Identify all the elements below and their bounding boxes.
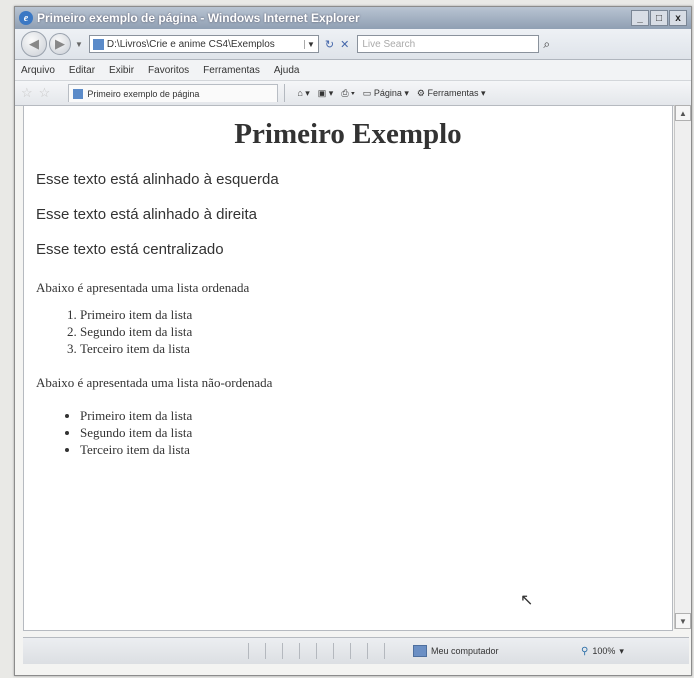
zoom-control[interactable]: ⚲ 100% ▾: [581, 646, 624, 657]
page-content: Primeiro Exemplo Esse texto está alinhad…: [23, 105, 673, 631]
menu-bar: Arquivo Editar Exibir Favoritos Ferramen…: [15, 60, 691, 81]
status-bar: Meu computador ⚲ 100% ▾: [23, 637, 689, 664]
internet-explorer-icon: e: [19, 11, 33, 25]
search-icon[interactable]: ⌕: [543, 37, 550, 52]
zoom-icon: ⚲: [581, 645, 589, 657]
toolbar-divider: [284, 84, 286, 102]
zoom-dropdown-icon[interactable]: ▾: [619, 646, 624, 657]
window-title: Primeiro exemplo de página - Windows Int…: [37, 11, 360, 25]
list-item: Terceiro item da lista: [80, 340, 672, 357]
list-item: Terceiro item da lista: [80, 441, 672, 458]
zone-label: Meu computador: [431, 646, 499, 656]
menu-ferramentas[interactable]: Ferramentas: [203, 65, 260, 76]
feeds-icon[interactable]: ▣ ▾: [318, 88, 334, 99]
history-dropdown-icon[interactable]: ▼: [75, 40, 83, 49]
tab-current[interactable]: Primeiro exemplo de página: [68, 84, 279, 102]
maximize-button[interactable]: □: [650, 10, 668, 26]
window-controls: _ □ x: [631, 10, 687, 26]
tools-menu-label: Ferramentas: [427, 87, 479, 98]
page-icon: [92, 38, 104, 50]
title-bar: e Primeiro exemplo de página - Windows I…: [15, 7, 691, 29]
tab-bar: ☆ ☆ Primeiro exemplo de página ⌂ ▾ ▣ ▾ ⎙…: [15, 81, 691, 106]
url-field[interactable]: D:\Livros\Crie e anime CS4\Exemplos ▼: [88, 35, 319, 53]
menu-editar[interactable]: Editar: [69, 65, 95, 76]
favorites-star-icon[interactable]: ☆: [21, 85, 33, 101]
security-zone: Meu computador: [413, 645, 573, 657]
list-item: Primeiro item da lista: [80, 407, 672, 424]
unordered-list-intro: Abaixo é apresentada uma lista não-orden…: [36, 375, 273, 390]
tab-label: Primeiro exemplo de página: [87, 88, 200, 99]
forward-button[interactable]: ▶: [49, 33, 71, 55]
mouse-cursor-icon: ↖: [520, 592, 534, 609]
list-item: Segundo item da lista: [80, 323, 672, 340]
back-button[interactable]: ◀: [21, 31, 47, 57]
print-icon[interactable]: ⎙ ▾: [341, 88, 354, 99]
stop-icon[interactable]: ✕: [340, 38, 349, 51]
page-menu[interactable]: ▭ Página ▾: [363, 88, 409, 99]
menu-exibir[interactable]: Exibir: [109, 65, 134, 76]
paragraph-center: Esse texto está centralizado: [36, 241, 224, 258]
scroll-up-icon[interactable]: ▲: [675, 105, 691, 121]
tools-menu[interactable]: ⚙ Ferramentas ▾: [417, 88, 486, 99]
unordered-list: Primeiro item da lista Segundo item da l…: [24, 407, 672, 458]
paragraph-right: Esse texto está alinhado à direita: [36, 206, 257, 223]
menu-favoritos[interactable]: Favoritos: [148, 65, 189, 76]
menu-arquivo[interactable]: Arquivo: [21, 65, 55, 76]
search-input[interactable]: Live Search: [357, 35, 540, 53]
menu-ajuda[interactable]: Ajuda: [274, 65, 300, 76]
ordered-list: Primeiro item da lista Segundo item da l…: [24, 306, 672, 357]
url-dropdown-icon[interactable]: ▼: [304, 39, 315, 49]
tab-page-icon: [73, 88, 84, 99]
list-item: Primeiro item da lista: [80, 306, 672, 323]
search-placeholder: Live Search: [362, 38, 416, 50]
add-favorite-icon[interactable]: ☆: [39, 85, 51, 101]
status-panes: [248, 643, 401, 659]
minimize-button[interactable]: _: [631, 10, 649, 26]
home-icon[interactable]: ⌂ ▾: [297, 88, 309, 99]
command-bar: ⌂ ▾ ▣ ▾ ⎙ ▾ ▭ Página ▾ ⚙ Ferramentas ▾: [297, 88, 485, 99]
paragraph-left: Esse texto está alinhado à esquerda: [36, 171, 279, 188]
ordered-list-intro: Abaixo é apresentada uma lista ordenada: [36, 280, 250, 295]
computer-icon: [413, 645, 427, 657]
address-bar: ◀ ▶ ▼ D:\Livros\Crie e anime CS4\Exemplo…: [15, 29, 691, 60]
browser-window: e Primeiro exemplo de página - Windows I…: [14, 6, 692, 676]
zoom-level: 100%: [592, 646, 616, 656]
close-button[interactable]: x: [669, 10, 687, 26]
scroll-down-icon[interactable]: ▼: [675, 613, 691, 629]
refresh-icon[interactable]: ↻: [325, 38, 334, 51]
page-heading: Primeiro Exemplo: [234, 118, 462, 150]
list-item: Segundo item da lista: [80, 424, 672, 441]
url-text: D:\Livros\Crie e anime CS4\Exemplos: [106, 38, 275, 50]
page-menu-label: Página: [373, 87, 402, 98]
vertical-scrollbar[interactable]: ▲ ▼: [674, 105, 691, 629]
